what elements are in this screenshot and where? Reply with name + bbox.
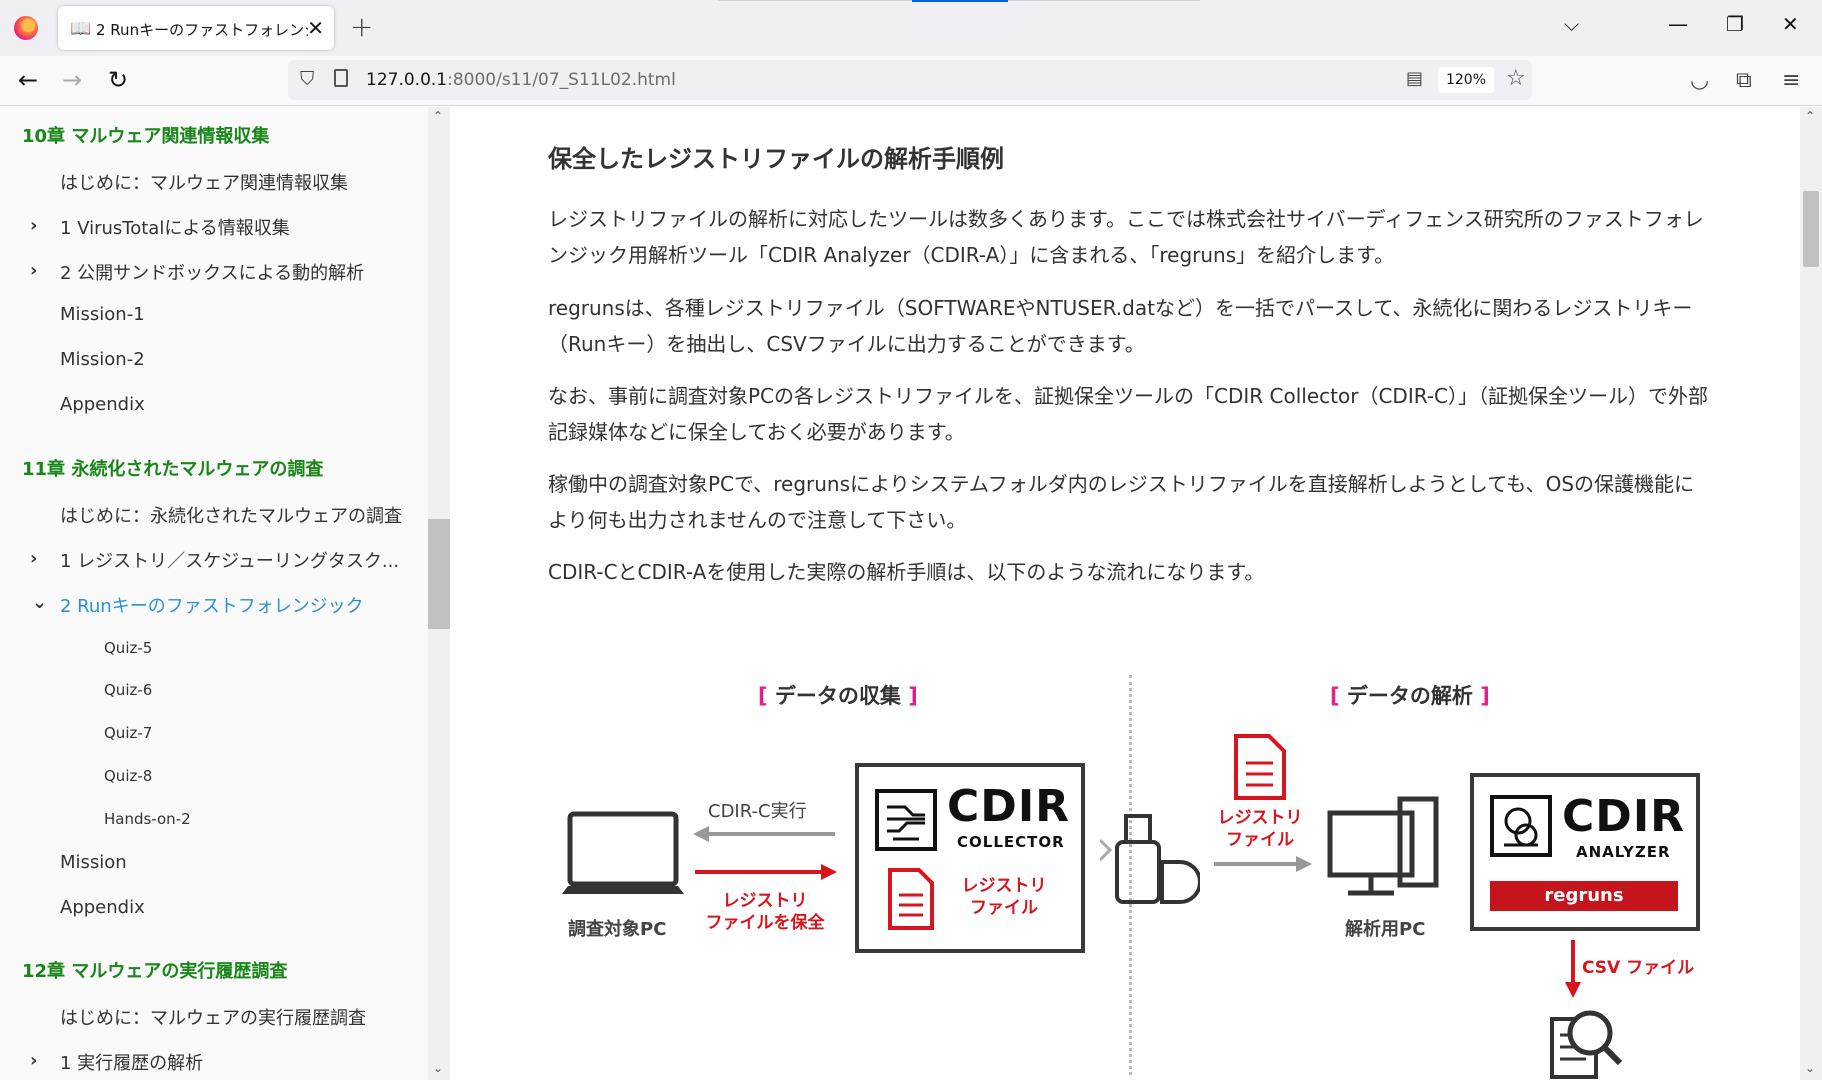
registry-file-label: レジストリ ファイル [1217,808,1303,850]
desktop-pc-icon [1327,796,1439,896]
back-button[interactable]: ← [18,66,38,94]
scroll-down-icon[interactable]: ⌄ [1805,1061,1815,1075]
collector-sub: COLLECTOR [957,833,1065,851]
sidebar-item[interactable]: Mission-2 [60,349,145,370]
cdir-collector-box: CDIR COLLECTOR レジストリ ファイル [855,763,1085,953]
chapter-10-heading[interactable]: 10章 マルウェア関連情報収集 [22,122,269,148]
csv-search-icon [1550,1010,1623,1079]
paragraph-1: レジストリファイルの解析に対応したツールは数多くあります。ここでは株式会社サイバ… [548,207,1704,267]
tab-bar: 📖 2 Runキーのファストフォレンジック · C ✕ + ⌵ — ❐ ✕ [0,0,1822,56]
arrow-down-icon [1565,940,1581,998]
zoom-indicator[interactable]: 120% [1438,67,1494,93]
list-tabs-icon[interactable]: ⌵ [1564,12,1579,36]
sidebar-scrollbar[interactable]: ⌃ ⌄ [428,107,450,1080]
firefox-icon[interactable] [14,16,38,40]
analysis-pc-label: 解析用PC [1345,919,1426,940]
sidebar-item[interactable]: はじめに：永続化されたマルウェアの調査 [60,502,402,528]
sidebar-item-active[interactable]: 2 Runキーのファストフォレンジック [60,592,364,618]
sidebar-subitem[interactable]: Quiz-5 [104,639,152,657]
arrow-left-icon [693,826,835,842]
extensions-icon[interactable]: ⧉ [1736,68,1752,93]
target-pc-label: 調査対象PC [568,919,667,940]
collector-file-label: レジストリ ファイル [961,876,1047,918]
arrow-right-icon [1214,856,1312,872]
paragraph-5: CDIR-CとCDIR-Aを使用した実際の解析手順は、以下のような流れになります… [548,560,1265,584]
close-tab-icon[interactable]: ✕ [307,16,324,40]
book-icon: 📖 [70,19,92,39]
document-icon [1234,734,1286,800]
pocket-icon[interactable]: ◡ [1690,68,1709,93]
sidebar-item[interactable]: 2 公開サンドボックスによる動的解析 [60,259,364,285]
sidebar-subitem[interactable]: Quiz-8 [104,767,152,785]
chevron-down-icon[interactable]: ⌄ [32,592,47,613]
close-window-button[interactable]: ✕ [1782,12,1799,36]
chapter-11-heading[interactable]: 11章 永続化されたマルウェアの調査 [22,455,323,481]
sidebar-item[interactable]: はじめに：マルウェア関連情報収集 [60,169,348,195]
sidebar-toc: 10章 マルウェア関連情報収集 はじめに：マルウェア関連情報収集 › 1 Vir… [0,107,428,1080]
main-scroll-thumb[interactable] [1803,191,1819,267]
collect-header: [ データの収集 ] [758,684,918,708]
sidebar-item[interactable]: Appendix [60,897,145,918]
analyzer-sub: ANALYZER [1576,843,1671,861]
paragraph-2: regrunsは、各種レジストリファイル（SOFTWAREやNTUSER.dat… [548,296,1693,356]
url-text[interactable]: 127.0.0.1:8000/s11/07_S11L02.html [366,70,676,90]
sidebar-item[interactable]: 1 レジストリ／スケジューリングタスク... [60,547,399,573]
regruns-badge: regruns [1490,881,1678,911]
nav-bar: ← → ↻ ⛉ 127.0.0.1:8000/s11/07_S11L02.htm… [0,56,1822,106]
scroll-up-icon[interactable]: ⌃ [433,109,443,123]
usb-drive-icon [1100,814,1200,904]
chapter-12-heading[interactable]: 12章 マルウェアの実行履歴調査 [22,957,287,983]
workflow-diagram: [ データの収集 ] [ データの解析 ] 調査対象PC CDIR-C実行 レジ… [560,665,1700,1080]
bookmark-star-icon[interactable]: ☆ [1506,66,1526,91]
sidebar-subitem[interactable]: Quiz-6 [104,681,152,699]
url-bar[interactable]: ⛉ 127.0.0.1:8000/s11/07_S11L02.html ▤ 12… [288,60,1532,100]
analyzer-brand: CDIR [1562,791,1686,842]
paragraph-4: 稼働中の調査対象PCで、regrunsによりシステムフォルダ内のレジストリファイ… [548,472,1695,532]
tab-title: 2 Runキーのファストフォレンジック · C [96,21,308,39]
new-tab-button[interactable]: + [350,10,373,43]
circuit-icon [875,789,937,851]
cdir-analyzer-box: CDIR ANALYZER regruns [1470,773,1700,931]
url-path: :8000/s11/07_S11L02.html [447,70,676,90]
save-registry-label: レジストリ ファイルを保全 [705,891,825,933]
sidebar-item[interactable]: Mission [60,852,127,873]
document-icon [888,868,934,930]
sidebar-item[interactable]: Mission-1 [60,304,145,325]
menu-icon[interactable]: ≡ [1782,68,1800,93]
chevron-right-icon[interactable]: › [30,1050,37,1071]
collector-brand: CDIR [947,781,1071,832]
laptop-icon [562,811,684,894]
section-heading: 保全したレジストリファイルの解析手順例 [548,145,1004,173]
csv-label: CSV ファイル [1582,958,1695,978]
sidebar-item[interactable]: 1 実行履歴の解析 [60,1049,203,1075]
chevron-right-icon[interactable]: › [30,548,37,569]
forward-button[interactable]: → [62,66,82,94]
minimize-button[interactable]: — [1668,12,1688,36]
tab-strip-accent [912,0,1008,2]
sidebar-item[interactable]: Appendix [60,394,145,415]
scroll-up-icon[interactable]: ⌃ [1805,109,1815,123]
paragraph-3: なお、事前に調査対象PCの各レジストリファイルを、証拠保全ツールの「CDIR C… [548,384,1708,444]
sidebar-item[interactable]: はじめに：マルウェアの実行履歴調査 [60,1004,366,1030]
sidebar-scroll-thumb[interactable] [428,519,450,629]
sidebar-subitem[interactable]: Quiz-7 [104,724,152,742]
chevron-right-icon[interactable]: › [30,260,37,281]
page-icon[interactable] [334,69,348,87]
sidebar-item[interactable]: 1 VirusTotalによる情報収集 [60,214,290,240]
chevron-right-icon[interactable]: › [30,215,37,236]
cdirc-exec-label: CDIR-C実行 [708,801,807,822]
main-scrollbar[interactable]: ⌃ ⌄ [1800,107,1822,1080]
arrow-right-icon [695,864,837,880]
reload-button[interactable]: ↻ [108,66,128,94]
analyze-header: [ データの解析 ] [1330,684,1490,708]
analyzer-icon [1490,795,1552,857]
reader-view-icon[interactable]: ▤ [1406,68,1423,89]
restore-button[interactable]: ❐ [1726,12,1744,36]
sidebar-subitem[interactable]: Hands-on-2 [104,810,191,828]
tab-active[interactable]: 📖 2 Runキーのファストフォレンジック · C ✕ [58,6,334,50]
shield-icon[interactable]: ⛉ [300,68,314,90]
scroll-down-icon[interactable]: ⌄ [433,1061,443,1075]
url-host: 127.0.0.1 [366,70,448,90]
